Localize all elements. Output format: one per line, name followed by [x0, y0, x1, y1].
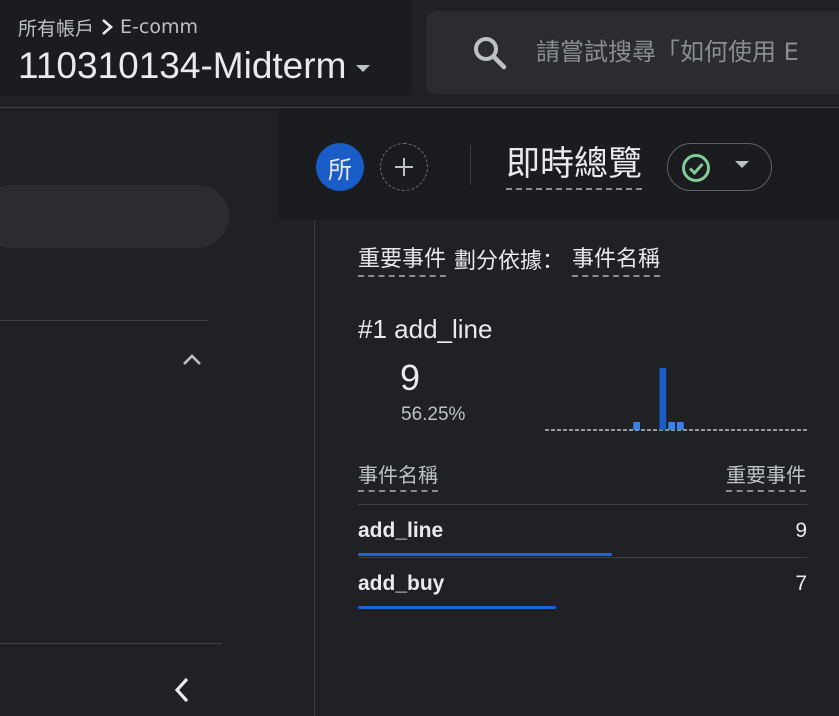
- chevron-up-icon[interactable]: [180, 348, 204, 372]
- chevron-right-icon: [102, 19, 113, 35]
- breadcrumb-current[interactable]: E-comm: [120, 16, 198, 38]
- sidebar-selected-item[interactable]: [0, 185, 229, 248]
- dimension-label[interactable]: 事件名稱: [572, 241, 661, 277]
- metric-label[interactable]: 重要事件: [358, 241, 447, 277]
- dropdown-caret-icon: [735, 161, 749, 168]
- collapse-sidebar-icon[interactable]: [170, 675, 196, 705]
- sidebar: [0, 108, 315, 716]
- breadcrumb-root[interactable]: 所有帳戶: [18, 14, 94, 41]
- row-name: add_line: [358, 519, 444, 542]
- add-comparison-button[interactable]: [380, 143, 428, 191]
- top-item-name: add_line: [394, 314, 493, 344]
- top-item-value: 9: [400, 357, 421, 398]
- row-value: 9: [795, 519, 807, 542]
- column-header-metric[interactable]: 重要事件: [726, 459, 806, 492]
- status-dropdown[interactable]: [667, 143, 772, 191]
- sparkline-bar: [633, 422, 640, 430]
- top-rank: #1: [358, 314, 387, 344]
- dropdown-caret-icon: [356, 64, 371, 72]
- sparkline-bar: [677, 422, 684, 430]
- search-bar[interactable]: [426, 11, 839, 94]
- toolbar-divider: [470, 145, 471, 185]
- comparison-avatar[interactable]: 所: [316, 143, 364, 191]
- search-input[interactable]: [536, 29, 839, 75]
- search-icon: [474, 37, 507, 70]
- row-value: 7: [795, 572, 807, 595]
- row-name: add_buy: [358, 572, 445, 595]
- check-circle-icon: [682, 154, 710, 182]
- top-item: #1 add_line: [358, 314, 492, 346]
- account-picker[interactable]: 所有帳戶 E-comm 110310134-Midterm: [0, 0, 412, 96]
- sidebar-divider: [0, 320, 208, 321]
- sparkline-bar: [659, 368, 667, 430]
- table-header: 事件名稱 重要事件: [358, 459, 806, 492]
- sparkline-chart: [545, 368, 807, 431]
- table-row[interactable]: add_line 9: [358, 505, 807, 557]
- property-selector[interactable]: 110310134-Midterm: [18, 42, 371, 90]
- sparkline-bar: [668, 422, 675, 430]
- top-item-percent: 56.25%: [401, 404, 466, 425]
- sidebar-divider: [0, 643, 222, 644]
- page-title[interactable]: 即時總覽: [506, 140, 642, 190]
- card-header: 重要事件 劃分依據： 事件名稱: [358, 241, 661, 277]
- plus-icon: [395, 158, 413, 176]
- row-share-bar: [358, 606, 556, 609]
- dimension-prefix: 劃分依據：: [454, 249, 565, 274]
- row-share-bar: [358, 553, 612, 556]
- table-row[interactable]: add_buy 7: [358, 558, 807, 610]
- property-name: 110310134-Midterm: [18, 45, 347, 86]
- breadcrumb: 所有帳戶 E-comm: [18, 14, 198, 40]
- column-header-dimension[interactable]: 事件名稱: [358, 459, 438, 492]
